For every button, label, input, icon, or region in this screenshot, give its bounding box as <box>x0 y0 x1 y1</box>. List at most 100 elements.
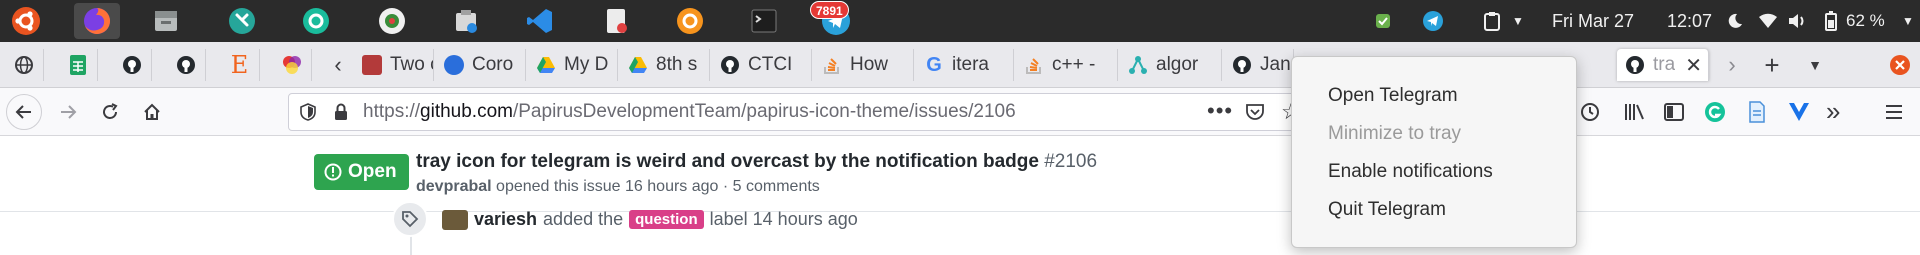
firefox-icon[interactable] <box>74 3 120 39</box>
menu-enable-notifications[interactable]: Enable notifications <box>1328 161 1493 183</box>
tab-2[interactable]: Coro <box>434 49 526 81</box>
address-bar[interactable]: https://github.com/PapirusDevelopmentTea… <box>288 93 1308 131</box>
overflow-chevrons-icon[interactable]: » <box>1826 96 1840 127</box>
shield-icon[interactable] <box>1372 0 1394 42</box>
event-text: added the <box>543 209 624 229</box>
tab-9[interactable]: algor <box>1118 49 1222 81</box>
tab-scroll-right-icon[interactable]: › <box>1718 49 1746 81</box>
reload-button[interactable] <box>92 94 128 130</box>
tab-active[interactable]: tra ✕ <box>1617 49 1709 81</box>
menu-quit-telegram[interactable]: Quit Telegram <box>1328 199 1446 221</box>
tab-label: c++ - <box>1052 54 1096 75</box>
tab-4[interactable]: 8th s <box>618 49 710 81</box>
file-manager-icon[interactable] <box>148 3 184 39</box>
tag-icon <box>392 201 428 237</box>
chevron-down-icon[interactable]: ▼ <box>1508 0 1528 42</box>
clipboard-icon[interactable] <box>1480 0 1504 42</box>
event-user-link[interactable]: variesh <box>474 209 537 230</box>
tracking-shield-icon[interactable] <box>299 103 317 121</box>
system-menu-chevron-icon[interactable]: ▼ <box>1900 0 1916 42</box>
menu-minimize-to-tray: Minimize to tray <box>1328 123 1462 144</box>
pinned-tab-colorful[interactable] <box>272 49 312 81</box>
menu-open-telegram[interactable]: Open Telegram <box>1328 85 1458 107</box>
library-icon[interactable] <box>1624 102 1646 122</box>
github-icon <box>176 56 195 74</box>
issue-meta-text: opened this issue 16 hours ago · 5 comme… <box>496 178 820 195</box>
tab-8[interactable]: c++ - <box>1014 49 1118 81</box>
tab-3[interactable]: My D <box>526 49 618 81</box>
tab-5[interactable]: CTCI <box>710 49 812 81</box>
tab-1[interactable]: Two c <box>352 49 434 81</box>
drive-favicon <box>537 57 555 73</box>
aperture-icon[interactable] <box>298 3 334 39</box>
gnome-tweaks-icon[interactable] <box>374 3 410 39</box>
close-window-icon[interactable] <box>1886 49 1914 81</box>
url-text[interactable]: https://github.com/PapirusDevelopmentTea… <box>363 94 1016 130</box>
tab-label: Jan <box>1260 54 1291 75</box>
tab-label: itera <box>952 54 989 75</box>
stackoverflow-favicon <box>824 58 839 74</box>
hamburger-menu-icon[interactable] <box>1884 103 1904 121</box>
home-button[interactable] <box>134 94 170 130</box>
telegram-tray-menu: Open Telegram Minimize to tray Enable no… <box>1291 56 1577 248</box>
telegram-unread-badge: 7891 <box>810 1 849 19</box>
github-favicon <box>1233 56 1251 74</box>
tab-10[interactable]: Jan <box>1222 49 1294 81</box>
tab-7[interactable]: G itera <box>914 49 1014 81</box>
date-label[interactable]: Fri Mar 27 <box>1552 0 1634 42</box>
github-favicon <box>1626 56 1644 74</box>
vue-devtools-icon[interactable] <box>1788 102 1810 122</box>
tab-scroll-left-icon[interactable]: ‹ <box>324 49 352 81</box>
moon-icon[interactable] <box>1724 0 1746 42</box>
ubuntu-icon[interactable] <box>8 3 44 39</box>
copyq-icon[interactable] <box>672 3 708 39</box>
pinned-tab-github-2[interactable] <box>166 49 206 81</box>
text-editor-icon[interactable] <box>598 3 634 39</box>
archive-icon[interactable] <box>448 3 484 39</box>
issue-title: tray icon for telegram is weird and over… <box>416 151 1097 173</box>
page-actions-icon[interactable]: ••• <box>1207 98 1233 124</box>
pinned-tab-github-1[interactable] <box>112 49 152 81</box>
timeline-label-event: variesh added the question label 14 hour… <box>442 209 858 230</box>
volume-icon[interactable] <box>1786 0 1810 42</box>
new-tab-icon[interactable]: + <box>1756 49 1788 81</box>
pinned-tab-etsy[interactable]: E <box>220 49 260 81</box>
browser-tab-strip: E ‹ Two c Coro My D 8th s CTCI How G ite… <box>0 42 1920 88</box>
forward-button[interactable] <box>50 94 86 130</box>
pinned-tab-globe[interactable] <box>4 49 44 81</box>
sidebar-icon[interactable] <box>1664 102 1684 122</box>
list-tabs-chevron-icon[interactable]: ▼ <box>1800 49 1830 81</box>
url-scheme: https:// <box>363 101 421 122</box>
question-label[interactable]: question <box>629 210 704 229</box>
close-tab-icon[interactable]: ✕ <box>1685 53 1702 78</box>
github-favicon <box>721 56 739 74</box>
battery-icon[interactable] <box>1822 0 1840 42</box>
vscode-icon[interactable] <box>522 3 558 39</box>
issue-author-link[interactable]: devprabal <box>416 178 492 195</box>
back-button[interactable] <box>6 94 42 130</box>
avatar[interactable] <box>442 209 468 230</box>
history-clock-icon[interactable] <box>1580 102 1600 122</box>
document-extension-icon[interactable] <box>1748 101 1766 123</box>
settings-icon[interactable] <box>224 3 260 39</box>
tab-label: My D <box>564 54 609 75</box>
github-icon <box>122 56 141 74</box>
tab-6[interactable]: How <box>812 49 914 81</box>
wifi-icon[interactable] <box>1756 0 1780 42</box>
time-label[interactable]: 12:07 <box>1667 0 1712 42</box>
issue-number: #2106 <box>1044 151 1098 172</box>
terminal-icon[interactable] <box>746 3 782 39</box>
grammarly-icon[interactable] <box>1704 101 1726 123</box>
lock-icon[interactable] <box>333 103 349 121</box>
pocket-icon[interactable] <box>1245 103 1265 121</box>
issue-opened-icon <box>324 163 342 181</box>
navigation-toolbar: https://github.com/PapirusDevelopmentTea… <box>0 88 1920 136</box>
telegram-tray-icon[interactable] <box>1420 0 1446 42</box>
event-text-after: label 14 hours ago <box>709 209 858 229</box>
tab-label: algor <box>1156 54 1199 75</box>
url-path: /PapirusDevelopmentTeam/papirus-icon-the… <box>512 101 1016 122</box>
issue-state-badge: Open <box>314 154 409 190</box>
tab-label: 8th s <box>656 54 698 75</box>
tab-label: CTCI <box>748 54 793 75</box>
pinned-tab-sheets[interactable] <box>58 49 98 81</box>
